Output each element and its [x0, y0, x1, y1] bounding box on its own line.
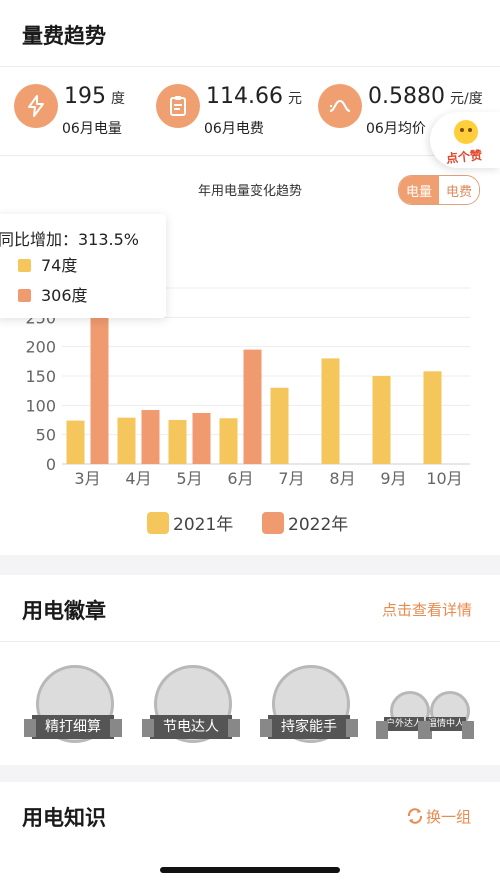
like-label: 点个赞 [445, 148, 483, 166]
chart-tooltip: 同比增加：313.5% 74度 306度 [0, 214, 166, 318]
bar-2021年-6月 [219, 418, 238, 464]
bar-2021年-8月 [321, 358, 340, 464]
swatch [262, 512, 284, 534]
swatch [18, 259, 31, 272]
refresh-button[interactable]: 换一组 [406, 806, 471, 829]
x-tick-label: 7月 [278, 469, 304, 488]
badges-card: 用电徽章 点击查看详情 精打细算 节电达人 持家能手 户外达人 温情中人 [0, 575, 500, 765]
stat-value: 195 度 [64, 84, 125, 109]
x-tick-label: 3月 [74, 469, 100, 488]
section-title: 用电徽章 [22, 599, 106, 623]
x-tick-label: 8月 [329, 469, 355, 488]
like-button[interactable]: 点个赞 [430, 112, 500, 168]
x-tick-label: 5月 [176, 469, 202, 488]
x-tick-label: 4月 [125, 469, 151, 488]
legend-item-2021[interactable]: 2021年 [147, 510, 233, 535]
y-tick-label: 0 [46, 455, 56, 474]
refresh-icon [406, 807, 424, 829]
home-indicator[interactable] [160, 867, 340, 873]
x-tick-label: 9月 [380, 469, 406, 488]
trend-card: 量费趋势 195 度 06月电量 114.66 元 06月电费 0.5880 元/度 … [0, 0, 500, 555]
view-details-link[interactable]: 点击查看详情 [382, 599, 472, 620]
bar-2021年-5月 [168, 420, 187, 464]
x-tick-label: 6月 [227, 469, 253, 488]
bar-2021年-4月 [117, 417, 136, 464]
badge-label: 节电达人 [142, 715, 240, 739]
divider [0, 641, 500, 642]
swatch [147, 512, 169, 534]
stat-value: 0.5880 元/度 [368, 84, 483, 109]
bar-2021年-3月 [66, 420, 85, 464]
stat-value: 114.66 元 [206, 84, 302, 109]
x-tick-label: 10月 [426, 469, 462, 488]
badge-label: 持家能手 [260, 715, 358, 739]
y-tick-label: 200 [25, 338, 56, 357]
section-title: 用电知识 [22, 806, 106, 830]
bar-2022年-4月 [141, 410, 160, 464]
swatch [18, 289, 31, 302]
bar-2021年-10月 [423, 371, 442, 464]
bill-icon [156, 84, 200, 128]
smiley-icon [454, 120, 478, 144]
legend-item-2022[interactable]: 2022年 [262, 510, 348, 535]
bar-2021年-9月 [372, 376, 391, 464]
section-title: 量费趋势 [22, 24, 106, 48]
bar-2021年-7月 [270, 387, 289, 464]
divider [0, 66, 500, 67]
bar-2022年-6月 [243, 349, 262, 464]
stat-label: 06月均价 [366, 121, 426, 137]
y-tick-label: 50 [36, 426, 56, 445]
price-curve-icon [318, 84, 362, 128]
stat-label: 06月电费 [204, 121, 264, 137]
badge-label: 温情中人 [418, 717, 474, 739]
divider [0, 155, 500, 156]
y-tick-label: 150 [25, 367, 56, 386]
y-tick-label: 100 [25, 396, 56, 415]
stat-label: 06月电量 [62, 121, 122, 137]
badge-label: 精打细算 [24, 715, 122, 739]
tooltip-row: 306度 [18, 282, 88, 306]
tooltip-summary: 同比增加：313.5% [0, 230, 140, 249]
bar-2022年-5月 [192, 412, 211, 464]
lightning-icon [14, 84, 58, 128]
tooltip-row: 74度 [18, 252, 77, 276]
